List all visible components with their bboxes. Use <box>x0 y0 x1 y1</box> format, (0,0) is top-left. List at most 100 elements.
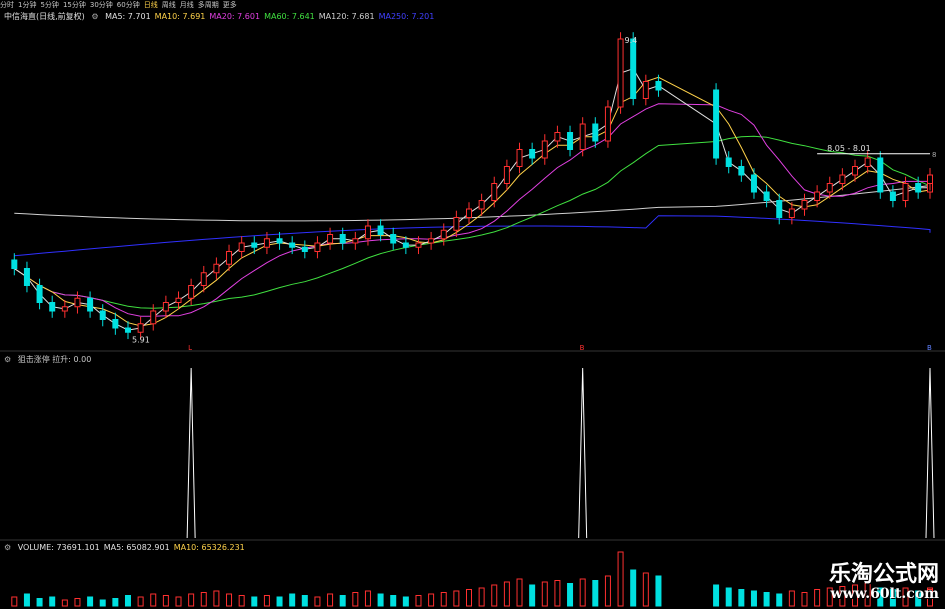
volume-bar <box>339 595 346 607</box>
volume-bar <box>630 569 637 607</box>
volume-bar <box>150 593 157 607</box>
volume-bar <box>604 575 611 607</box>
volume-bar <box>738 589 745 607</box>
volume-bar <box>74 598 81 607</box>
volume-bar <box>440 592 447 607</box>
candle-body <box>162 302 169 312</box>
candle-body <box>826 183 833 193</box>
candle-body <box>276 238 283 244</box>
range-label: 8.05 - 8.01 <box>827 144 871 153</box>
candle-body <box>200 272 207 286</box>
volume-bar <box>226 593 233 607</box>
volume-bar <box>87 596 94 607</box>
watermark-title: 乐淘公式网 <box>828 561 939 587</box>
candle-body <box>902 183 909 201</box>
volume-bar <box>276 596 283 607</box>
volume-bar <box>263 595 270 607</box>
volume-bar <box>112 598 119 607</box>
candle-body <box>440 229 447 240</box>
candle-body <box>263 238 270 248</box>
candle-body <box>251 242 258 248</box>
ma5-line <box>14 68 931 331</box>
volume-bar <box>314 596 321 607</box>
candle-body <box>592 123 599 142</box>
candle-body <box>74 297 81 308</box>
volume-bar <box>162 595 169 607</box>
candle-body <box>377 225 384 235</box>
candle-body <box>642 81 649 99</box>
candle-body <box>630 38 637 99</box>
candle-body <box>352 238 359 244</box>
candle-body <box>137 323 144 333</box>
candle-body <box>839 174 846 184</box>
volume-bar <box>567 583 574 607</box>
candle-body <box>655 81 662 91</box>
volume-bar <box>814 589 821 607</box>
stock-chart: 9.4 5.91 8.05 - 8.01 8 L B B <box>0 32 945 607</box>
candle-body <box>364 225 371 240</box>
candle-body <box>87 297 94 312</box>
volume-bar <box>377 593 384 607</box>
volume-bar <box>541 581 548 607</box>
signal-marker: L <box>188 344 192 352</box>
candle-body <box>801 200 808 210</box>
volume-bar <box>289 593 296 607</box>
candle-body <box>314 242 321 252</box>
candle-body <box>877 157 884 193</box>
volume-bar <box>554 580 561 607</box>
candle-body <box>175 297 182 303</box>
candle-body <box>541 140 548 159</box>
volume-bar <box>428 593 435 607</box>
high-price-label: 9.4 <box>625 36 638 45</box>
signal-spike <box>186 367 196 539</box>
volume-bar <box>453 590 460 607</box>
candle-body <box>516 149 523 167</box>
candle-body <box>927 174 933 184</box>
candle-body <box>776 200 783 218</box>
candle-body <box>529 149 536 159</box>
volume-bar <box>124 595 131 607</box>
candle-body <box>617 38 624 108</box>
candle-body <box>301 246 308 252</box>
volume-bar <box>478 587 485 607</box>
candle-body <box>478 200 485 210</box>
volume-bar <box>725 587 732 607</box>
volume-bar <box>251 596 258 607</box>
signal-marker: B <box>580 344 585 352</box>
candle-body <box>23 268 30 286</box>
volume-bar <box>617 551 624 607</box>
volume-bar <box>36 598 43 607</box>
candle-body <box>503 166 510 184</box>
volume-bar <box>213 590 220 607</box>
volume-bar <box>137 596 144 607</box>
candle-body <box>390 234 397 244</box>
volume-bar <box>642 572 649 607</box>
candle-body <box>788 208 795 218</box>
candle-body <box>814 191 821 201</box>
candle-body <box>238 242 245 252</box>
volume-bar <box>776 593 783 607</box>
candle-body <box>415 242 422 248</box>
candle-body <box>713 89 720 159</box>
volume-bar <box>788 590 795 607</box>
candle-body <box>36 285 43 303</box>
candle-body <box>150 310 157 325</box>
candle-body <box>112 319 119 329</box>
candle-body <box>226 251 233 265</box>
candle-body <box>11 259 18 269</box>
volume-bar <box>352 592 359 607</box>
volume-bar <box>23 593 30 607</box>
volume-bar <box>390 595 397 607</box>
volume-bar <box>763 592 770 607</box>
signal-spike <box>578 367 588 539</box>
candle-body <box>402 242 409 248</box>
volume-bar <box>99 599 106 607</box>
candle-body <box>213 263 220 274</box>
volume-bar <box>750 590 757 607</box>
volume-bar <box>516 578 523 607</box>
candle-body <box>124 327 131 333</box>
volume-bar <box>61 599 68 607</box>
candle-body <box>864 157 871 167</box>
volume-bar <box>491 584 498 607</box>
candle-body <box>188 285 195 299</box>
